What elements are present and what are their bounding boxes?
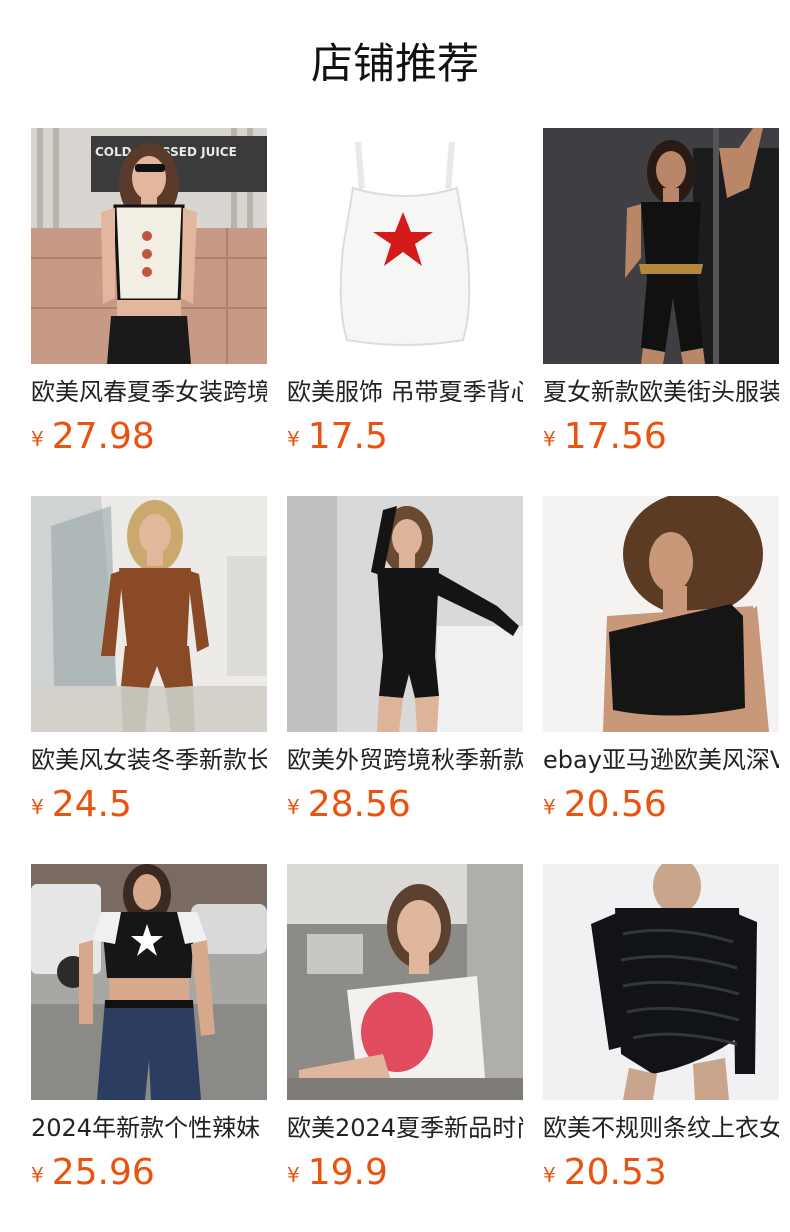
page-title: 店铺推荐 <box>310 39 479 88</box>
price-value: 19.9 <box>307 1152 388 1193</box>
product-price: ¥17.5 <box>287 414 523 460</box>
product-card[interactable]: 欧美外贸跨境秋季新款 ¥28.56 <box>287 496 523 836</box>
currency-symbol: ¥ <box>287 1163 300 1187</box>
product-price: ¥20.53 <box>543 1150 779 1196</box>
price-value: 17.56 <box>563 416 667 457</box>
price-value: 25.96 <box>51 1152 155 1193</box>
product-price: ¥20.56 <box>543 782 779 828</box>
product-card[interactable]: 2024年新款个性辣妹 ¥25.96 <box>31 864 267 1204</box>
product-image[interactable] <box>31 496 267 732</box>
product-card[interactable]: 夏女新款欧美街头服装 ¥17.56 <box>543 128 779 468</box>
product-image[interactable] <box>31 864 267 1100</box>
product-card[interactable]: ebay亚马逊欧美风深V ¥20.56 <box>543 496 779 836</box>
product-card[interactable]: 欧美2024夏季新品时尚 ¥19.9 <box>287 864 523 1204</box>
product-card[interactable]: 欧美服饰 吊带夏季背心 ¥17.5 <box>287 128 523 468</box>
product-card[interactable]: 欧美风女装冬季新款长 ¥24.5 <box>31 496 267 836</box>
price-value: 20.56 <box>563 784 667 825</box>
currency-symbol: ¥ <box>543 795 556 819</box>
currency-symbol: ¥ <box>31 795 44 819</box>
product-image[interactable] <box>287 128 523 364</box>
product-card[interactable]: COLD PRESSED JUICE 欧美风春夏季女装跨境 ¥27. <box>31 128 267 468</box>
product-price: ¥17.56 <box>543 414 779 460</box>
product-price: ¥25.96 <box>31 1150 267 1196</box>
product-name[interactable]: 欧美风春夏季女装跨境 <box>31 376 267 408</box>
product-name[interactable]: 欧美服饰 吊带夏季背心 <box>287 376 523 408</box>
product-name[interactable]: 2024年新款个性辣妹 <box>31 1112 267 1144</box>
price-value: 20.53 <box>563 1152 667 1193</box>
product-image[interactable] <box>287 496 523 732</box>
product-image[interactable] <box>543 496 779 732</box>
product-name[interactable]: 夏女新款欧美街头服装 <box>543 376 779 408</box>
product-name[interactable]: 欧美不规则条纹上衣女 <box>543 1112 779 1144</box>
product-image[interactable] <box>543 864 779 1100</box>
product-name[interactable]: ebay亚马逊欧美风深V <box>543 744 779 776</box>
currency-symbol: ¥ <box>287 427 300 451</box>
product-image[interactable]: COLD PRESSED JUICE <box>31 128 267 364</box>
price-value: 24.5 <box>51 784 132 825</box>
currency-symbol: ¥ <box>287 795 300 819</box>
product-card[interactable]: 欧美不规则条纹上衣女 ¥20.53 <box>543 864 779 1204</box>
product-price: ¥24.5 <box>31 782 267 828</box>
product-name[interactable]: 欧美外贸跨境秋季新款 <box>287 744 523 776</box>
currency-symbol: ¥ <box>543 1163 556 1187</box>
product-image[interactable] <box>543 128 779 364</box>
product-price: ¥28.56 <box>287 782 523 828</box>
currency-symbol: ¥ <box>31 427 44 451</box>
currency-symbol: ¥ <box>31 1163 44 1187</box>
product-image[interactable] <box>287 864 523 1100</box>
price-value: 17.5 <box>307 416 388 457</box>
product-name[interactable]: 欧美2024夏季新品时尚 <box>287 1112 523 1144</box>
product-price: ¥27.98 <box>31 414 267 460</box>
product-name[interactable]: 欧美风女装冬季新款长 <box>31 744 267 776</box>
currency-symbol: ¥ <box>543 427 556 451</box>
price-value: 28.56 <box>307 784 411 825</box>
product-price: ¥19.9 <box>287 1150 523 1196</box>
price-value: 27.98 <box>51 416 155 457</box>
